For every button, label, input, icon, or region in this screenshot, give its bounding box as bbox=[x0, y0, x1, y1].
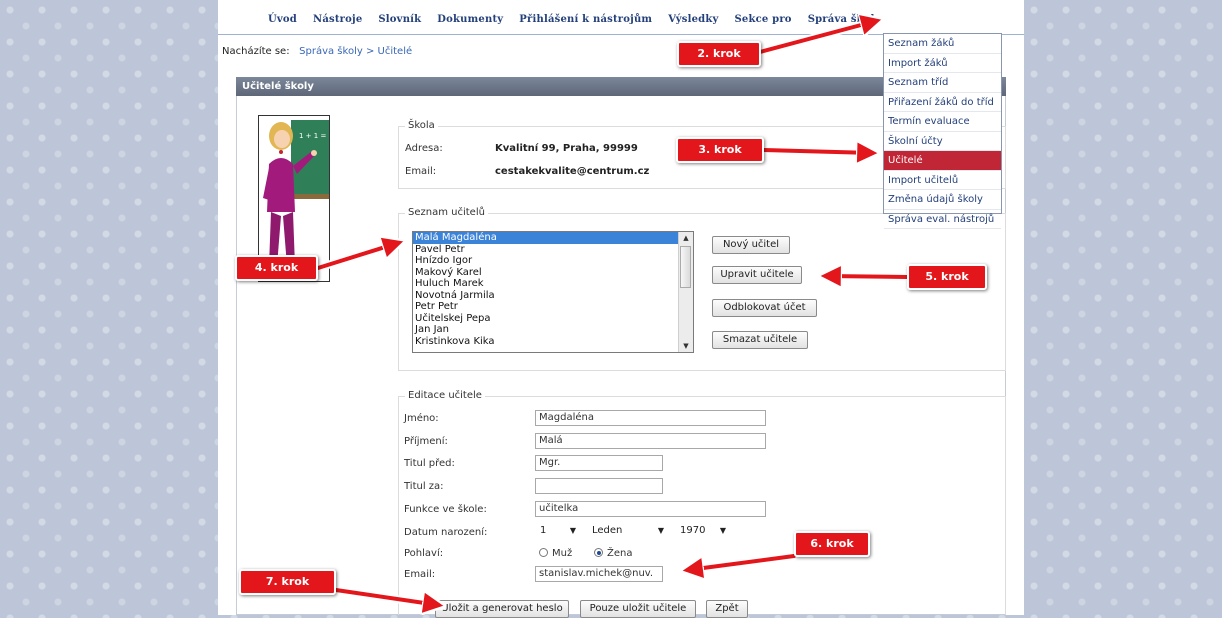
nav-slovnik[interactable]: Slovník bbox=[378, 14, 421, 25]
callout-step-6: 6. krok bbox=[794, 531, 870, 557]
school-email-value: cestakekvalite@centrum.cz bbox=[495, 166, 650, 177]
callout-step-3: 3. krok bbox=[676, 137, 764, 163]
gender-label: Pohlaví: bbox=[404, 548, 444, 559]
function-input[interactable]: učitelka bbox=[535, 501, 766, 517]
gender-female-radio[interactable] bbox=[594, 548, 603, 557]
birth-month-value: Leden bbox=[592, 525, 623, 536]
teacher-list-item[interactable]: Makový Karel bbox=[413, 267, 693, 279]
delete-teacher-button[interactable]: Smazat učitele bbox=[712, 331, 808, 349]
email-label: Email: bbox=[404, 569, 436, 580]
menu-item-termin-evaluace[interactable]: Termín evaluace bbox=[884, 112, 1001, 132]
chevron-down-icon: ▼ bbox=[719, 526, 726, 535]
address-label: Adresa: bbox=[405, 143, 443, 154]
breadcrumb: Nacházíte se: Správa školy > Učitelé bbox=[222, 46, 412, 57]
last-name-label: Příjmení: bbox=[404, 436, 448, 447]
callout-step-5: 5. krok bbox=[907, 264, 987, 290]
save-only-button[interactable]: Pouze uložit učitele bbox=[580, 600, 696, 618]
teacher-list-item[interactable]: Pavel Petr bbox=[413, 244, 693, 256]
chevron-down-icon: ▼ bbox=[657, 526, 664, 535]
teachers-legend: Seznam učitelů bbox=[405, 207, 488, 218]
chevron-down-icon: ▼ bbox=[569, 526, 576, 535]
menu-item-skolni-ucty[interactable]: Školní účty bbox=[884, 132, 1001, 151]
menu-item-seznam-zaku[interactable]: Seznam žáků bbox=[884, 34, 1001, 54]
title-before-input[interactable]: Mgr. bbox=[535, 455, 663, 471]
callout-step-4: 4. krok bbox=[235, 255, 318, 281]
birth-month-select[interactable]: Leden ▼ bbox=[590, 523, 666, 539]
breadcrumb-separator: > bbox=[365, 46, 375, 57]
teacher-list-item[interactable]: Huluch Marek bbox=[413, 278, 693, 290]
menu-item-seznam-trid[interactable]: Seznam tříd bbox=[884, 73, 1001, 93]
save-generate-password-button[interactable]: Uložit a generovat heslo bbox=[435, 600, 569, 618]
nav-prihlaseni[interactable]: Přihlášení k nástrojům bbox=[519, 14, 652, 25]
birth-year-select[interactable]: 1970 ▼ bbox=[678, 523, 728, 539]
teachers-listbox[interactable]: Malá Magdaléna Pavel Petr Hnízdo Igor Ma… bbox=[412, 231, 694, 353]
teacher-list-item[interactable]: Kristinkova Kika bbox=[413, 336, 693, 348]
birth-day-value: 1 bbox=[540, 525, 547, 536]
edit-teacher-button[interactable]: Upravit učitele bbox=[712, 266, 802, 284]
birth-year-value: 1970 bbox=[680, 525, 706, 536]
board-text: 1 + 1 = 2 bbox=[299, 132, 329, 140]
teacher-list-item[interactable]: Hnízdo Igor bbox=[413, 255, 693, 267]
nav-sprava-skoly[interactable]: Správa školy bbox=[808, 14, 881, 25]
scroll-up-arrow-icon[interactable]: ▲ bbox=[679, 232, 693, 244]
menu-item-import-zaku[interactable]: Import žáků bbox=[884, 54, 1001, 73]
nav-dokumenty[interactable]: Dokumenty bbox=[437, 14, 503, 25]
menu-item-import-ucitelu[interactable]: Import učitelů bbox=[884, 171, 1001, 190]
first-name-label: Jméno: bbox=[404, 413, 439, 424]
teacher-list-item[interactable]: Malá Magdaléna bbox=[413, 232, 693, 244]
birth-day-select[interactable]: 1 ▼ bbox=[538, 523, 578, 539]
teacher-list-item[interactable]: Učitelskej Pepa bbox=[413, 313, 693, 325]
breadcrumb-label: Nacházíte se: bbox=[222, 46, 290, 57]
nav-nastroje[interactable]: Nástroje bbox=[313, 14, 362, 25]
address-value: Kvalitní 99, Praha, 99999 bbox=[495, 143, 638, 154]
listbox-scrollbar[interactable]: ▲ ▼ bbox=[678, 232, 693, 352]
gender-male-label[interactable]: Muž bbox=[552, 548, 572, 559]
scroll-down-arrow-icon[interactable]: ▼ bbox=[679, 340, 693, 352]
edit-legend: Editace učitele bbox=[405, 390, 485, 401]
back-button[interactable]: Zpět bbox=[706, 600, 748, 618]
title-before-label: Titul před: bbox=[404, 458, 455, 469]
menu-item-zmena-udaju[interactable]: Změna údajů školy bbox=[884, 190, 1001, 210]
title-after-label: Titul za: bbox=[404, 481, 444, 492]
nav-sekce-pro[interactable]: Sekce pro bbox=[735, 14, 792, 25]
callout-step-7: 7. krok bbox=[239, 569, 336, 595]
school-email-label: Email: bbox=[405, 166, 437, 177]
last-name-input[interactable]: Malá bbox=[535, 433, 766, 449]
breadcrumb-link-sprava[interactable]: Správa školy bbox=[299, 46, 363, 57]
breadcrumb-link-ucitele[interactable]: Učitelé bbox=[378, 46, 413, 57]
school-legend: Škola bbox=[405, 120, 438, 131]
top-navigation: Úvod Nástroje Slovník Dokumenty Přihláše… bbox=[268, 14, 881, 25]
teacher-list-item[interactable]: Jan Jan bbox=[413, 324, 693, 336]
menu-item-sprava-nastroju[interactable]: Správa eval. nástrojů bbox=[884, 210, 1001, 229]
unblock-account-button[interactable]: Odblokovat účet bbox=[712, 299, 817, 317]
birth-date-label: Datum narození: bbox=[404, 527, 488, 538]
function-label: Funkce ve škole: bbox=[404, 504, 487, 515]
teacher-list-item[interactable]: Petr Petr bbox=[413, 301, 693, 313]
gender-female-label[interactable]: Žena bbox=[607, 548, 632, 559]
menu-item-prirazeni-zaku[interactable]: Přiřazení žáků do tříd bbox=[884, 93, 1001, 112]
email-input[interactable]: stanislav.michek@nuv. bbox=[535, 566, 663, 582]
nav-vysledky[interactable]: Výsledky bbox=[668, 14, 718, 25]
gender-male-radio[interactable] bbox=[539, 548, 548, 557]
first-name-input[interactable]: Magdaléna bbox=[535, 410, 766, 426]
school-admin-dropdown-menu: Seznam žáků Import žáků Seznam tříd Přiř… bbox=[883, 33, 1002, 229]
menu-item-ucitele[interactable]: Učitelé bbox=[884, 151, 1001, 171]
nav-uvod[interactable]: Úvod bbox=[268, 14, 297, 25]
teacher-list-item[interactable]: Novotná Jarmila bbox=[413, 290, 693, 302]
callout-step-2: 2. krok bbox=[677, 41, 761, 67]
scroll-thumb[interactable] bbox=[680, 246, 691, 288]
title-after-input[interactable] bbox=[535, 478, 663, 494]
new-teacher-button[interactable]: Nový učitel bbox=[712, 236, 790, 254]
